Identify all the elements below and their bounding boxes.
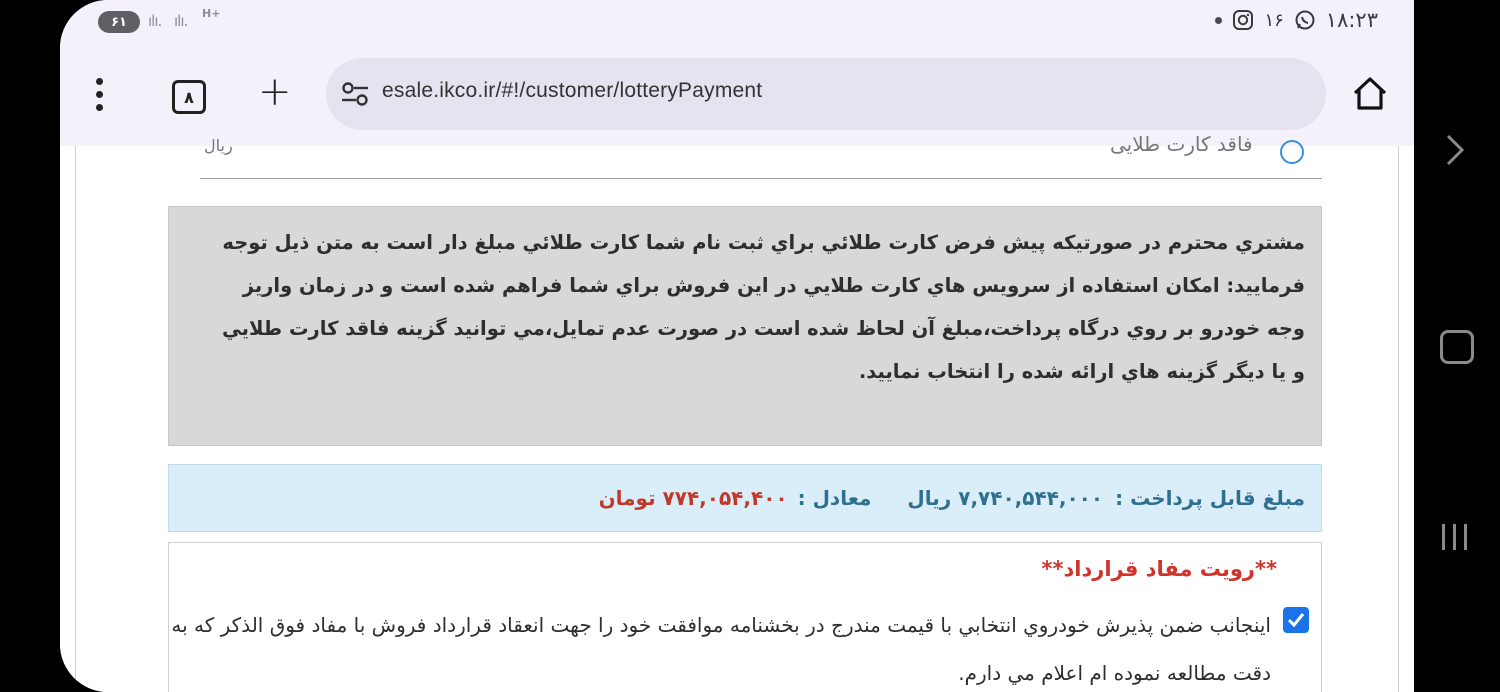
instagram-icon xyxy=(1233,10,1254,30)
container-border-left xyxy=(75,146,76,692)
phone-screen: ۶۱ ılı. ılı. H+ ۱۶ ۱۸:۲۳ ۸ + esale.ikco.… xyxy=(60,0,1414,692)
tab-switcher-button[interactable]: ۸ xyxy=(172,80,206,114)
battery-indicator: ۶۱ xyxy=(98,11,140,33)
url-text[interactable]: esale.ikco.ir/#!/customer/lotteryPayment xyxy=(382,79,762,103)
address-bar[interactable]: esale.ikco.ir/#!/customer/lotteryPayment xyxy=(326,58,1326,130)
nav-back-chevron-icon[interactable] xyxy=(1436,130,1476,170)
menu-dots-icon[interactable] xyxy=(96,78,104,111)
system-nav-bar xyxy=(1414,0,1500,692)
notification-dot-icon xyxy=(1215,16,1223,24)
equivalent-label: معادل : xyxy=(797,486,872,510)
nav-home-button[interactable] xyxy=(1440,330,1474,364)
home-icon[interactable] xyxy=(1350,74,1390,114)
site-settings-icon[interactable] xyxy=(340,80,370,108)
gold-card-notice: مشتري محترم در صورتيکه پيش فرض کارت طلائ… xyxy=(168,206,1322,446)
status-bar: ۶۱ ılı. ılı. H+ ۱۶ ۱۸:۲۳ xyxy=(60,0,1414,42)
signal-icon: ılı. xyxy=(148,12,162,30)
payment-label: مبلغ قابل پرداخت : xyxy=(1115,486,1305,510)
no-gold-card-option-label: فاقد کارت طلایی xyxy=(1110,132,1253,156)
notification-count: ۱۶ xyxy=(1264,9,1284,31)
checkmark-icon xyxy=(1287,613,1305,628)
nav-recents-icon[interactable] xyxy=(1442,524,1467,550)
payment-amount-box: مبلغ قابل پرداخت : ۷,۷۴۰,۵۴۴,۰۰۰ ریال مع… xyxy=(168,464,1322,532)
signal-icon-2: ılı. xyxy=(174,12,188,30)
new-tab-plus-icon[interactable]: + xyxy=(258,72,292,112)
divider xyxy=(200,178,1322,179)
payment-amount-toman: ۷۷۴,۰۵۴,۴۰۰ تومان xyxy=(598,486,788,510)
network-type-icon: H+ xyxy=(202,7,221,20)
contract-title: **رويت مفاد قرارداد** xyxy=(1041,557,1277,581)
no-gold-card-radio[interactable] xyxy=(1280,140,1304,164)
status-clock: ۱۸:۲۳ xyxy=(1325,8,1378,32)
whatsapp-icon xyxy=(1295,10,1315,30)
browser-toolbar: ۸ + esale.ikco.ir/#!/customer/lotteryPay… xyxy=(60,42,1414,146)
status-right-group: ۱۶ ۱۸:۲۳ xyxy=(1215,8,1378,32)
agreement-text[interactable]: اينجانب ضمن پذيرش خودروي انتخابي با قيمت… xyxy=(171,601,1271,692)
page-content: ریال فاقد کارت طلایی مشتري محترم در صورت… xyxy=(60,132,1414,692)
payment-amount-rial: ۷,۷۴۰,۵۴۴,۰۰۰ ریال xyxy=(907,486,1104,510)
cut-off-price-label: ریال xyxy=(204,136,233,155)
agreement-checkbox[interactable] xyxy=(1283,607,1309,633)
contract-section: **رويت مفاد قرارداد** اينجانب ضمن پذيرش … xyxy=(168,542,1322,692)
container-border-right xyxy=(1398,146,1399,692)
